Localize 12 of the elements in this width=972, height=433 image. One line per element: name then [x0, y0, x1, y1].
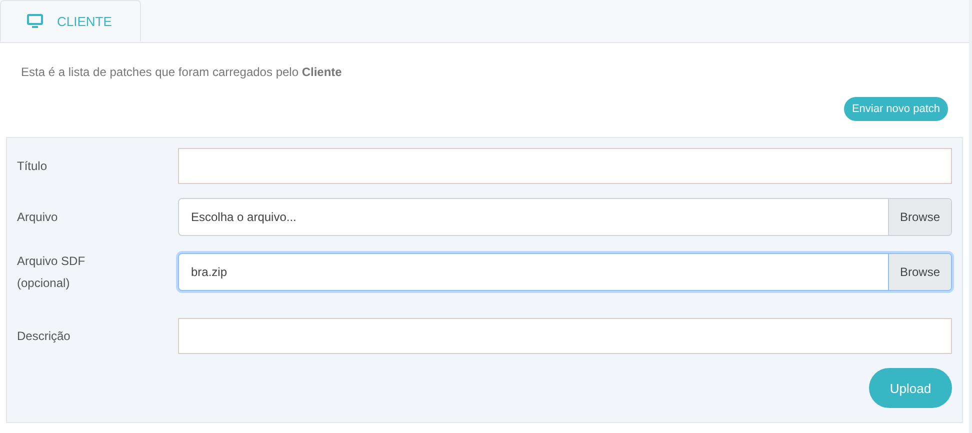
text-field[interactable]: [178, 318, 952, 354]
file-field[interactable]: Escolha o arquivo... Browse: [178, 198, 952, 236]
file-field[interactable]: bra.zip Browse: [178, 253, 952, 291]
browse-button[interactable]: Browse: [888, 199, 951, 235]
field-label: Título: [17, 158, 48, 175]
field-label: Arquivo SDF (opcional): [17, 253, 86, 292]
intro-text: Esta é a lista de patches que foram carregados pelo Cliente: [21, 65, 343, 79]
monitor-icon: [27, 14, 43, 28]
field-label: Arquivo: [17, 209, 59, 226]
text-field[interactable]: [178, 148, 952, 184]
browse-button[interactable]: Browse: [888, 254, 951, 290]
field-label: Descrição: [17, 328, 72, 345]
